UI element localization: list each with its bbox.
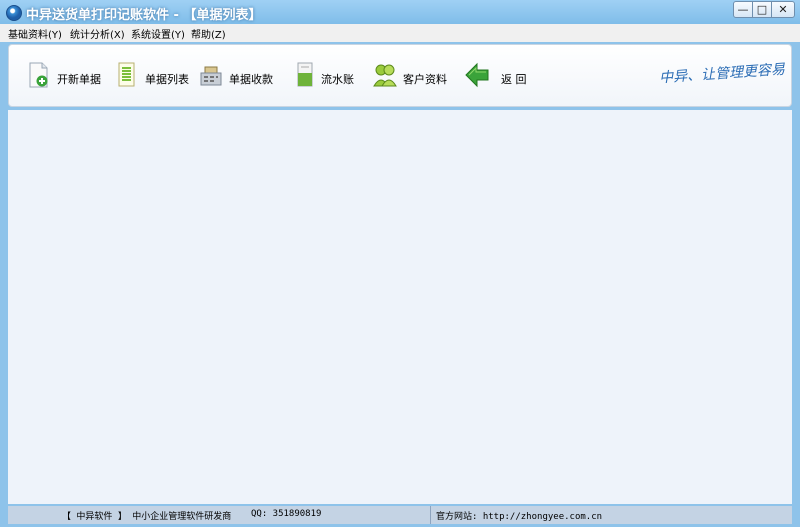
status-qq: QQ: 351890819 bbox=[251, 509, 322, 519]
back-arrow-icon bbox=[465, 62, 489, 88]
app-logo-icon bbox=[6, 5, 22, 21]
menu-help[interactable]: 帮助(Z) bbox=[191, 26, 226, 41]
close-button[interactable]: ✕ bbox=[771, 1, 795, 18]
status-company: 【 中异软件 】 中小企业管理软件研发商 bbox=[62, 512, 232, 522]
maximize-icon: □ bbox=[756, 3, 768, 16]
document-list-label: 单据列表 bbox=[145, 73, 189, 86]
menu-basic-data[interactable]: 基础资料(Y) bbox=[8, 26, 62, 41]
status-bar: 【 中异软件 】 中小企业管理软件研发商 QQ: 351890819 官方网站:… bbox=[8, 506, 792, 524]
cash-register-icon bbox=[200, 66, 222, 86]
new-document-icon bbox=[29, 62, 48, 88]
receipts-label: 单据收款 bbox=[229, 73, 273, 86]
back-button[interactable]: 返 回 bbox=[465, 61, 531, 91]
close-icon: ✕ bbox=[778, 3, 788, 16]
toolbar: 开新单据 单据列表 单据收款 流水账 客户资料 返 回 中异、让管理更容易 bbox=[8, 44, 792, 107]
status-divider bbox=[430, 506, 431, 524]
receipts-button[interactable]: 单据收款 bbox=[199, 61, 273, 91]
customers-icon bbox=[373, 64, 397, 87]
document-list-icon bbox=[118, 62, 135, 87]
minimize-button[interactable]: — bbox=[733, 1, 753, 18]
new-document-label: 开新单据 bbox=[57, 73, 101, 86]
new-document-button[interactable]: 开新单据 bbox=[27, 61, 101, 91]
customers-button[interactable]: 客户资料 bbox=[373, 61, 449, 91]
window-title: 中异送货单打印记账软件 - 【单据列表】 bbox=[26, 8, 262, 23]
status-website[interactable]: 官方网站: http://zhongyee.com.cn bbox=[436, 509, 602, 522]
journal-button[interactable]: 流水账 bbox=[293, 61, 355, 91]
title-bar: 中异送货单打印记账软件 - 【单据列表】 — □ ✕ bbox=[0, 0, 800, 24]
menu-bar: 基础资料(Y) 统计分析(X) 系统设置(Y) 帮助(Z) bbox=[0, 24, 800, 42]
ledger-icon bbox=[297, 62, 313, 87]
menu-statistics[interactable]: 统计分析(X) bbox=[70, 26, 125, 41]
back-label: 返 回 bbox=[501, 73, 527, 86]
menu-system-settings[interactable]: 系统设置(Y) bbox=[131, 26, 185, 41]
journal-label: 流水账 bbox=[321, 73, 354, 86]
customers-label: 客户资料 bbox=[403, 73, 447, 86]
maximize-button[interactable]: □ bbox=[752, 1, 772, 18]
minimize-icon: — bbox=[737, 3, 749, 16]
slogan-signature: 中异、让管理更容易 bbox=[658, 61, 786, 87]
document-list-button[interactable]: 单据列表 bbox=[115, 61, 189, 91]
main-content-area bbox=[8, 110, 792, 504]
